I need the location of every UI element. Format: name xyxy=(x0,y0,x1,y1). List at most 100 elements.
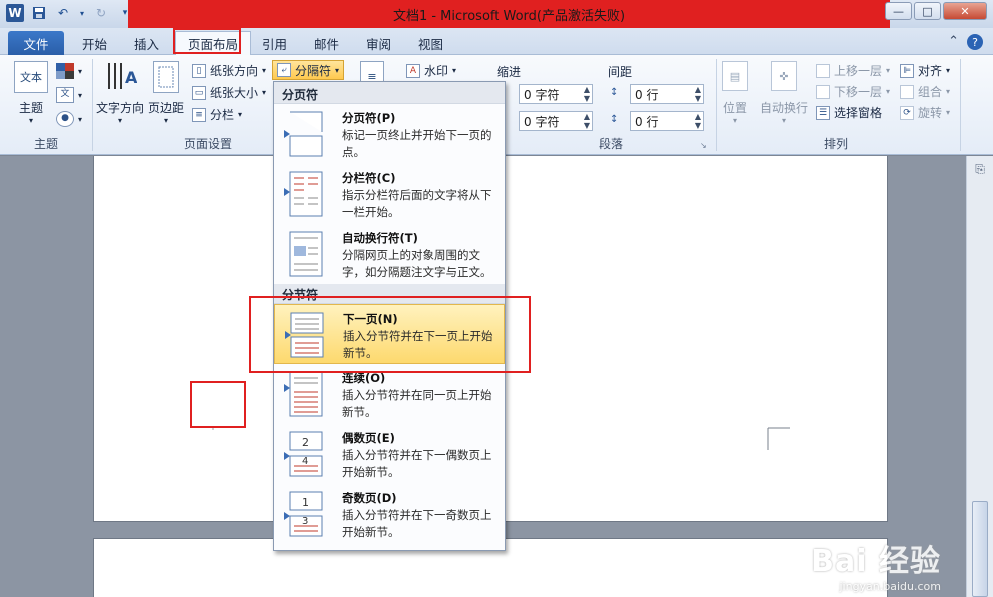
tab-home[interactable]: 开始 xyxy=(70,31,119,55)
tab-review[interactable]: 审阅 xyxy=(354,31,403,55)
theme-fonts-icon: 文 xyxy=(56,87,74,103)
tab-file[interactable]: 文件 xyxy=(8,31,64,55)
bring-forward-button[interactable]: 上移一层 ▾ xyxy=(816,62,890,79)
scrollbar-thumb[interactable] xyxy=(972,501,988,597)
margins-button[interactable]: 页边距 ▾ xyxy=(148,61,184,125)
minimize-button[interactable]: — xyxy=(885,2,912,20)
theme-colors-icon xyxy=(56,63,74,79)
theme-colors-button[interactable]: ▾ xyxy=(56,63,82,79)
vertical-scrollbar[interactable]: ⎘ xyxy=(966,156,993,597)
tab-references[interactable]: 引用 xyxy=(250,31,299,55)
highlight-box-tab xyxy=(173,28,241,54)
menu-item-desc: 分隔网页上的对象周围的文字，如分隔题注文字与正文。 xyxy=(342,248,492,279)
themes-label: 主题 xyxy=(18,101,43,115)
redo-icon[interactable]: ↻ xyxy=(92,4,110,22)
spacing-before-input[interactable]: 0 行 ▲ ▼ xyxy=(630,84,704,104)
menu-item-odd-page[interactable]: 1 3 奇数页(D) 插入分节符并在下一奇数页上开始新节。 xyxy=(274,484,505,544)
breaks-button[interactable]: ⤶ 分隔符 ▾ xyxy=(272,60,345,80)
undo-icon[interactable]: ↶ xyxy=(54,4,72,22)
crop-mark-right xyxy=(767,427,790,450)
indent-left-value: 0 字符 xyxy=(524,88,560,102)
align-icon: ⊫ xyxy=(900,63,914,78)
group-label-arrange: 排列 xyxy=(823,137,848,151)
bring-forward-label: 上移一层 xyxy=(834,64,883,78)
theme-effects-button[interactable]: ● ▾ xyxy=(56,111,82,127)
menu-item-title: 分栏符(C) xyxy=(342,171,396,185)
watermark-icon: A xyxy=(406,63,420,78)
help-icon[interactable]: ? xyxy=(967,34,983,50)
continuous-break-icon xyxy=(284,371,323,417)
orientation-label: 纸张方向 xyxy=(210,64,259,78)
ruler-toggle-icon[interactable]: ⎘ xyxy=(971,162,989,178)
svg-text:2: 2 xyxy=(302,436,309,449)
tab-view[interactable]: 视图 xyxy=(406,31,455,55)
undo-dropdown-icon[interactable]: ▾ xyxy=(78,4,86,22)
breaks-icon: ⤶ xyxy=(277,63,291,77)
columns-label: 分栏 xyxy=(210,108,235,122)
rotate-button[interactable]: ⟳ 旋转 ▾ xyxy=(900,104,950,121)
menu-item-continuous[interactable]: 连续(O) 插入分节符并在同一页上开始新节。 xyxy=(274,364,505,424)
menu-item-desc: 标记一页终止并开始下一页的点。 xyxy=(342,128,492,159)
spacing-before-icon: ↕ xyxy=(610,87,619,98)
wrap-text-icon: ✜ xyxy=(771,61,797,91)
even-page-break-icon: 2 4 xyxy=(284,431,323,477)
even-page-badge: 4 xyxy=(302,456,308,467)
orientation-button[interactable]: ▯ 纸张方向 ▾ xyxy=(192,62,266,79)
rotate-label: 旋转 xyxy=(918,106,943,120)
size-label: 纸张大小 xyxy=(210,86,259,100)
columns-button[interactable]: ≡ 分栏 ▾ xyxy=(192,106,242,123)
word-logo-icon[interactable]: W xyxy=(6,4,24,22)
selection-pane-button[interactable]: ☰ 选择窗格 xyxy=(816,104,882,121)
tab-mailings[interactable]: 邮件 xyxy=(302,31,351,55)
window-controls: — □ ✕ xyxy=(885,2,987,20)
maximize-button[interactable]: □ xyxy=(914,2,941,20)
tab-insert[interactable]: 插入 xyxy=(122,31,171,55)
watermark-button[interactable]: A 水印 ▾ xyxy=(406,62,456,79)
watermark-label: 水印 xyxy=(424,64,449,78)
close-button[interactable]: ✕ xyxy=(943,2,987,20)
indent-right-input[interactable]: 0 字符 ▲ ▼ xyxy=(519,111,593,131)
save-icon[interactable] xyxy=(30,4,48,22)
spin-arrows-icon[interactable]: ▲ ▼ xyxy=(695,85,701,103)
indent-label: 缩进 xyxy=(497,65,522,79)
chevron-down-icon: ▾ xyxy=(262,88,267,97)
menu-item-text-wrapping-break[interactable]: 自动换行符(T) 分隔网页上的对象周围的文字，如分隔题注文字与正文。 xyxy=(274,224,505,284)
text-direction-label: 文字方向 xyxy=(96,101,145,115)
spacing-after-value: 0 行 xyxy=(635,115,659,129)
group-objects-button[interactable]: 组合 ▾ xyxy=(900,83,950,100)
align-button[interactable]: ⊫ 对齐 ▾ xyxy=(900,62,950,79)
menu-header-page-breaks: 分页符 xyxy=(274,82,505,104)
page-size-icon: ▭ xyxy=(192,85,206,100)
text-direction-button[interactable]: A 文字方向 ▾ xyxy=(96,61,144,125)
column-break-icon xyxy=(284,171,323,217)
chevron-down-icon: ▾ xyxy=(78,66,83,76)
watermark-sub: jingyan.baidu.com xyxy=(839,580,941,593)
spacing-after-input[interactable]: 0 行 ▲ ▼ xyxy=(630,111,704,131)
chevron-down-icon: ▾ xyxy=(78,90,83,100)
send-backward-button[interactable]: 下移一层 ▾ xyxy=(816,83,890,100)
menu-item-column-break[interactable]: 分栏符(C) 指示分栏符后面的文字将从下一栏开始。 xyxy=(274,164,505,224)
wrap-text-button[interactable]: ✜ 自动换行 ▾ xyxy=(760,61,808,125)
position-button[interactable]: ▤ 位置 ▾ xyxy=(722,61,748,125)
spin-arrows-icon[interactable]: ▲ ▼ xyxy=(584,85,590,103)
spin-arrows-icon[interactable]: ▲ ▼ xyxy=(695,112,701,130)
dialog-launcher-icon[interactable]: ↘ xyxy=(700,141,707,150)
orientation-icon: ▯ xyxy=(192,63,206,78)
spin-arrows-icon[interactable]: ▲ ▼ xyxy=(584,112,590,130)
watermark-main: Bai 经验 xyxy=(811,544,941,579)
chevron-down-icon: ▾ xyxy=(452,66,457,75)
themes-button[interactable]: 文本 主题 ▾ xyxy=(14,61,48,125)
minimize-ribbon-icon[interactable]: ⌃ xyxy=(948,34,959,50)
group-label-paragraph: 段落 xyxy=(598,137,623,151)
margins-icon xyxy=(153,61,179,93)
menu-item-page-break[interactable]: 分页符(P) 标记一页终止并开始下一页的点。 xyxy=(274,104,505,164)
menu-item-title: 分页符(P) xyxy=(342,111,396,125)
page-break-icon xyxy=(284,111,323,157)
indent-left-input[interactable]: 0 字符 ▲ ▼ xyxy=(519,84,593,104)
rotate-icon: ⟳ xyxy=(900,105,914,120)
theme-fonts-button[interactable]: 文 ▾ xyxy=(56,87,82,103)
size-button[interactable]: ▭ 纸张大小 ▾ xyxy=(192,84,266,101)
chevron-down-icon: ▾ xyxy=(732,116,737,125)
menu-item-even-page[interactable]: 2 4 偶数页(E) 插入分节符并在下一偶数页上开始新节。 xyxy=(274,424,505,484)
chevron-down-icon: ▾ xyxy=(886,66,891,75)
